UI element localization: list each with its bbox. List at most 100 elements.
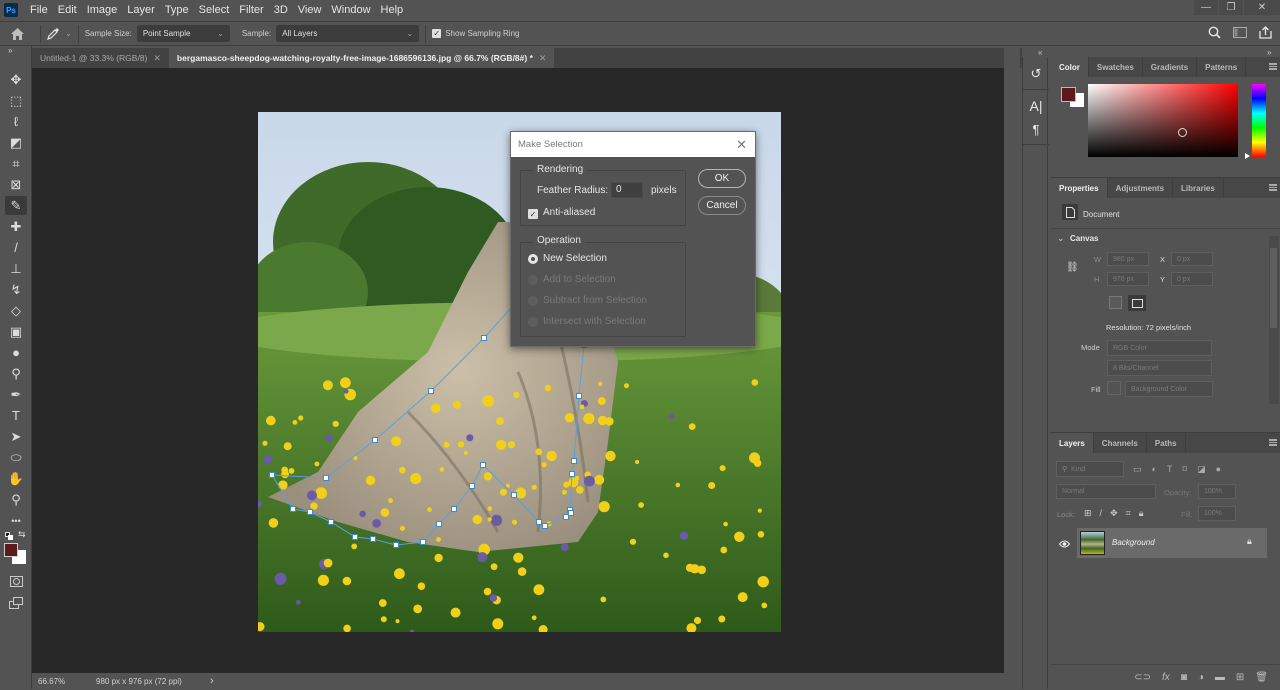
type-tool-button[interactable]: T xyxy=(5,406,27,425)
menu-edit[interactable]: Edit xyxy=(53,0,82,20)
anchor-point[interactable] xyxy=(568,510,574,516)
collapse-toolbar-icon[interactable]: » xyxy=(8,46,12,55)
anchor-point[interactable] xyxy=(323,475,329,481)
fx-icon[interactable]: fx xyxy=(1162,672,1170,683)
frame-tool-button[interactable]: ⊠ xyxy=(5,175,27,194)
color-picker-ring[interactable] xyxy=(1178,128,1187,137)
hue-slider[interactable] xyxy=(1252,84,1266,157)
close-window-button[interactable]: ✕ xyxy=(1244,0,1280,15)
hand-tool-button[interactable]: ✋ xyxy=(5,469,27,488)
anchor-point[interactable] xyxy=(436,521,442,527)
anchor-point[interactable] xyxy=(370,536,376,542)
screen-mode-button[interactable] xyxy=(5,593,27,612)
quick-mask-button[interactable] xyxy=(5,572,27,591)
anchor-point[interactable] xyxy=(451,506,457,512)
feather-radius-input[interactable]: 0 xyxy=(611,182,643,198)
tab-channels[interactable]: Channels xyxy=(1094,433,1147,453)
menu-window[interactable]: Window xyxy=(326,0,375,20)
hue-slider-handle[interactable] xyxy=(1245,153,1250,159)
mode-select[interactable]: RGB Color xyxy=(1107,340,1212,356)
workspace-icon[interactable] xyxy=(1233,27,1247,38)
smart-object-filter-icon[interactable]: ◪ xyxy=(1197,464,1206,475)
anchor-point[interactable] xyxy=(393,542,399,548)
y-field[interactable]: 0 px xyxy=(1171,272,1213,286)
lock-artboard-icon[interactable]: ⌗ xyxy=(1126,508,1131,519)
menu-3d[interactable]: 3D xyxy=(269,0,293,20)
link-icon[interactable]: ⛓ xyxy=(1066,262,1079,273)
swap-colors-icon[interactable]: ⇆ xyxy=(18,529,26,540)
layer-visibility-toggle[interactable] xyxy=(1058,539,1071,551)
anchor-point[interactable] xyxy=(576,393,582,399)
tab-layers[interactable]: Layers xyxy=(1051,433,1094,453)
character-icon[interactable]: A| xyxy=(1027,97,1045,115)
width-field[interactable]: 980 px xyxy=(1107,252,1149,266)
menu-filter[interactable]: Filter xyxy=(234,0,268,20)
properties-scrollbar[interactable] xyxy=(1269,236,1279,404)
path-selection-tool-button[interactable]: ➤ xyxy=(5,427,27,446)
default-colors-icon[interactable] xyxy=(5,532,13,540)
new-selection-radio[interactable] xyxy=(528,254,538,264)
close-icon[interactable]: ✕ xyxy=(153,53,161,64)
share-icon[interactable] xyxy=(1259,26,1272,39)
close-icon[interactable]: ✕ xyxy=(539,53,547,64)
anti-aliased-checkbox[interactable]: ✓ xyxy=(528,209,538,219)
move-tool-button[interactable]: ✥ xyxy=(5,70,27,89)
lasso-tool-button[interactable]: ℓ xyxy=(5,112,27,131)
sample-size-select[interactable]: Point Sample ⌄ xyxy=(136,25,230,42)
type-layer-filter-icon[interactable]: T xyxy=(1167,464,1173,475)
cancel-button[interactable]: Cancel xyxy=(698,196,746,215)
anti-aliased-label[interactable]: Anti-aliased xyxy=(543,207,595,218)
menu-image[interactable]: Image xyxy=(82,0,123,20)
layer-filter-select[interactable]: ⚲ Kind xyxy=(1056,461,1124,477)
blend-mode-select[interactable]: Normal xyxy=(1056,484,1156,499)
color-field[interactable] xyxy=(1088,84,1238,157)
anchor-point[interactable] xyxy=(469,483,475,489)
ok-button[interactable]: OK xyxy=(698,169,746,188)
menu-help[interactable]: Help xyxy=(376,0,409,20)
pixel-layer-filter-icon[interactable]: ▭ xyxy=(1133,464,1142,475)
anchor-point[interactable] xyxy=(307,509,313,515)
layer-name[interactable]: Background xyxy=(1112,538,1155,547)
crop-tool-button[interactable]: ⌗ xyxy=(5,154,27,173)
new-selection-label[interactable]: New Selection xyxy=(543,253,607,264)
canvas-section-title[interactable]: Canvas xyxy=(1070,234,1098,243)
new-group-icon[interactable]: ▬ xyxy=(1215,672,1225,683)
panel-menu-icon[interactable] xyxy=(1269,63,1277,70)
adjustment-layer-icon[interactable]: ◑ xyxy=(1198,672,1204,683)
shape-layer-filter-icon[interactable]: ⌑ xyxy=(1182,464,1187,475)
sample-select[interactable]: All Layers ⌄ xyxy=(276,25,420,42)
panel-menu-icon[interactable] xyxy=(1269,439,1277,446)
history-icon[interactable]: ↺ xyxy=(1027,65,1045,83)
dodge-tool-button[interactable]: ⚲ xyxy=(5,364,27,383)
tab-sheepdog-image[interactable]: bergamasco-sheepdog-watching-royalty-fre… xyxy=(168,48,555,68)
anchor-point[interactable] xyxy=(571,458,577,464)
layer-row-background[interactable]: Background 🔒︎ xyxy=(1077,528,1267,558)
eraser-tool-button[interactable]: ◇ xyxy=(5,301,27,320)
new-layer-icon[interactable]: ⊞ xyxy=(1236,672,1244,683)
tab-color[interactable]: Color xyxy=(1051,57,1089,77)
restore-button[interactable]: ❐ xyxy=(1219,0,1243,15)
collapse-panels-icon[interactable]: » xyxy=(1267,48,1271,57)
marquee-tool-button[interactable]: ⬚ xyxy=(5,91,27,110)
anchor-point[interactable] xyxy=(542,523,548,529)
adjustment-layer-filter-icon[interactable]: ◐ xyxy=(1152,464,1157,475)
opacity-field[interactable]: 100% xyxy=(1198,484,1236,499)
anchor-point[interactable] xyxy=(352,534,358,540)
tab-paths[interactable]: Paths xyxy=(1147,433,1186,453)
landscape-orientation-button[interactable] xyxy=(1128,295,1146,311)
fill-select[interactable]: Background Color xyxy=(1125,381,1213,397)
anchor-point[interactable] xyxy=(536,519,542,525)
lock-pixels-icon[interactable]: / xyxy=(1100,508,1103,519)
brush-tool-button[interactable]: / xyxy=(5,238,27,257)
menu-view[interactable]: View xyxy=(293,0,327,20)
fill-field[interactable]: 100% xyxy=(1198,506,1236,521)
home-button[interactable] xyxy=(0,27,34,40)
zoom-level[interactable]: 66.67% xyxy=(32,677,90,686)
paragraph-icon[interactable]: ¶ xyxy=(1027,120,1045,138)
anchor-point[interactable] xyxy=(563,514,569,520)
minimize-button[interactable]: — xyxy=(1194,0,1218,15)
x-field[interactable]: 0 px xyxy=(1171,252,1213,266)
tab-untitled-1[interactable]: Untitled-1 @ 33.3% (RGB/8) ✕ xyxy=(32,48,169,68)
history-brush-tool-button[interactable]: ↯ xyxy=(5,280,27,299)
anchor-point[interactable] xyxy=(269,472,275,478)
